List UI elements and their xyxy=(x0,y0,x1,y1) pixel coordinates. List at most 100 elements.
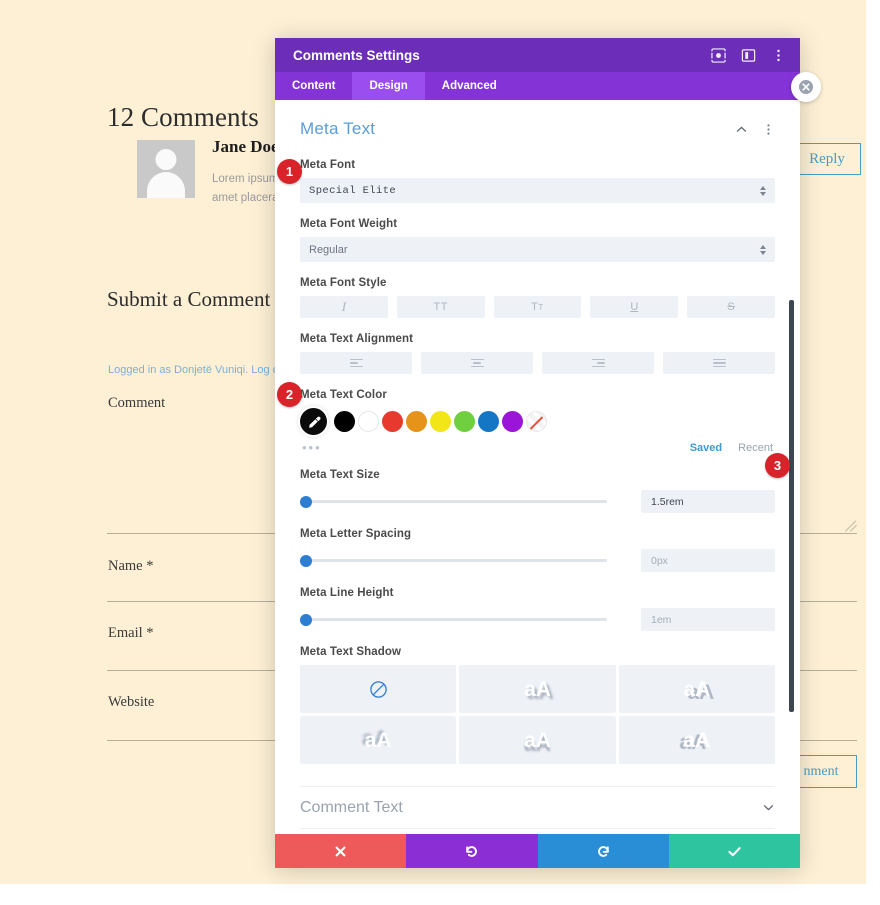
meta-text-size-slider[interactable] xyxy=(300,495,607,509)
align-center-icon xyxy=(470,358,484,368)
section-comment-text-title: Comment Text xyxy=(300,798,403,816)
chevron-down-icon[interactable] xyxy=(762,801,775,814)
font-style-strikethrough-button[interactable]: S xyxy=(687,296,775,318)
text-shadow-bottom-left-button[interactable]: aA xyxy=(618,716,775,764)
more-colors-icon[interactable]: ••• xyxy=(302,441,674,454)
meta-font-style-options: I TT TT U S xyxy=(300,296,775,318)
shadow-preview-glyph: aA xyxy=(524,728,551,752)
font-style-smallcaps-button[interactable]: TT xyxy=(493,296,582,318)
shadow-preview-glyph: aA xyxy=(683,677,711,701)
email-field-label: Email * xyxy=(108,625,154,641)
meta-text-shadow-options: aA aA aA aA aA xyxy=(300,665,775,764)
font-style-underline-button[interactable]: U xyxy=(590,296,679,318)
meta-font-label: Meta Font xyxy=(300,159,356,171)
modal-tabs: Content Design Advanced xyxy=(275,72,800,100)
close-icon xyxy=(335,846,346,856)
meta-text-alignment-options xyxy=(300,352,775,374)
meta-text-alignment-field: Meta Text Alignment xyxy=(300,333,775,374)
color-swatches xyxy=(300,408,775,435)
website-field-label: Website xyxy=(108,694,155,710)
section-button[interactable]: Button xyxy=(300,828,775,834)
more-vertical-icon[interactable] xyxy=(771,48,786,63)
swatch-orange[interactable] xyxy=(406,411,427,432)
select-arrows-icon xyxy=(760,244,766,255)
swatch-yellow[interactable] xyxy=(430,411,451,432)
color-swatch-meta: ••• Saved Recent xyxy=(300,441,775,454)
font-style-uppercase-button[interactable]: TT xyxy=(396,296,485,318)
meta-text-color-label: Meta Text Color xyxy=(300,389,387,401)
meta-letter-spacing-row: 0px xyxy=(300,549,775,572)
font-style-italic-button[interactable]: I xyxy=(300,296,388,318)
meta-letter-spacing-placeholder: 0px xyxy=(651,554,668,567)
modal-title: Comments Settings xyxy=(293,47,420,63)
swatch-red[interactable] xyxy=(382,411,403,432)
text-shadow-bottom-right-button[interactable]: aA xyxy=(459,665,616,713)
undo-button[interactable] xyxy=(406,834,538,868)
strikethrough-icon: S xyxy=(727,301,735,313)
align-left-icon xyxy=(349,358,363,368)
meta-font-weight-select[interactable]: Regular xyxy=(300,237,775,262)
align-right-button[interactable] xyxy=(542,352,654,374)
redo-button[interactable] xyxy=(537,834,669,868)
align-center-button[interactable] xyxy=(421,352,533,374)
meta-line-height-input[interactable]: 1em xyxy=(641,608,775,631)
color-tab-saved[interactable]: Saved xyxy=(690,442,722,454)
slider-knob[interactable] xyxy=(300,613,312,626)
meta-font-weight-label: Meta Font Weight xyxy=(300,218,398,230)
color-tab-recent[interactable]: Recent xyxy=(738,442,773,454)
avatar-body xyxy=(147,172,185,198)
meta-text-size-value: 1.5rem xyxy=(651,495,684,508)
text-shadow-top-left-button[interactable]: aA xyxy=(300,716,457,764)
text-shadow-bottom-button[interactable]: aA xyxy=(459,716,616,764)
annotation-badge-2: 2 xyxy=(277,382,302,407)
meta-text-shadow-field: Meta Text Shadow aA aA aA aA aA xyxy=(300,646,775,764)
text-shadow-right-hard-button[interactable]: aA xyxy=(618,665,775,713)
meta-text-color-selected-swatch[interactable] xyxy=(300,408,327,435)
swatch-green[interactable] xyxy=(454,411,475,432)
underline-icon: U xyxy=(630,301,639,313)
tab-content[interactable]: Content xyxy=(275,72,352,100)
text-shadow-none-button[interactable] xyxy=(300,665,457,713)
tab-advanced[interactable]: Advanced xyxy=(425,72,514,100)
slider-track xyxy=(306,559,607,562)
close-modal-round-button[interactable] xyxy=(791,72,821,102)
save-button[interactable] xyxy=(668,834,800,868)
settings-scrollbar-thumb[interactable] xyxy=(789,300,794,712)
align-justify-button[interactable] xyxy=(663,352,775,374)
shadow-preview-glyph: aA xyxy=(524,677,551,701)
swatch-purple[interactable] xyxy=(502,411,523,432)
meta-line-height-label: Meta Line Height xyxy=(300,587,394,599)
meta-text-size-field: Meta Text Size 1.5rem xyxy=(300,469,775,513)
logged-in-notice[interactable]: Logged in as Donjetë Vuniqi. Log out? xyxy=(108,364,294,376)
chevron-up-icon[interactable] xyxy=(735,123,748,136)
slider-knob[interactable] xyxy=(300,554,312,567)
section-comment-text[interactable]: Comment Text xyxy=(300,786,775,828)
cancel-button[interactable] xyxy=(275,834,407,868)
reply-button[interactable]: Reply xyxy=(793,143,861,175)
textarea-resize-handle[interactable] xyxy=(845,518,859,532)
tab-design[interactable]: Design xyxy=(352,72,425,100)
meta-font-style-field: Meta Font Style I TT TT U S xyxy=(300,277,775,318)
slider-track xyxy=(306,500,607,503)
swatch-blue[interactable] xyxy=(478,411,499,432)
meta-line-height-slider[interactable] xyxy=(300,613,607,627)
slider-track xyxy=(306,618,607,621)
modal-header-actions xyxy=(711,47,786,63)
meta-text-size-input[interactable]: 1.5rem xyxy=(641,490,775,513)
meta-font-select[interactable]: Special Elite xyxy=(300,178,775,203)
redo-icon xyxy=(597,845,609,857)
meta-letter-spacing-input[interactable]: 0px xyxy=(641,549,775,572)
annotation-badge-3: 3 xyxy=(765,453,790,478)
swatch-black[interactable] xyxy=(334,411,355,432)
swatch-transparent[interactable] xyxy=(526,411,547,432)
swatch-white[interactable] xyxy=(358,411,379,432)
settings-scrollbar-track[interactable] xyxy=(789,100,797,834)
meta-text-section-header[interactable]: Meta Text xyxy=(300,100,775,144)
align-left-button[interactable] xyxy=(300,352,412,374)
panel-layout-icon[interactable] xyxy=(741,48,756,63)
focus-target-icon[interactable] xyxy=(711,47,726,63)
slider-knob[interactable] xyxy=(300,495,312,508)
meta-letter-spacing-slider[interactable] xyxy=(300,554,607,568)
more-vertical-icon[interactable] xyxy=(762,123,775,136)
